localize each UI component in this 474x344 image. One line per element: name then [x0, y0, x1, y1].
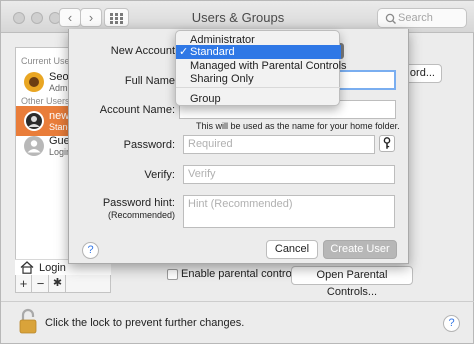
sheet-help-button[interactable]: ?	[82, 242, 99, 259]
password-hint-field[interactable]: Hint (Recommended)	[183, 195, 395, 228]
footer-divider	[1, 301, 474, 302]
guest-avatar-icon	[24, 136, 44, 156]
create-user-button[interactable]: Create User	[323, 240, 397, 259]
remove-user-button[interactable]: −	[33, 275, 49, 292]
password-field[interactable]: Required	[183, 135, 375, 154]
new-account-label: New Account	[110, 45, 175, 57]
open-parental-controls-button[interactable]: Open Parental Controls...	[291, 266, 413, 298]
search-icon	[385, 13, 396, 24]
lock-icon[interactable]	[18, 308, 38, 334]
menu-item-label: Managed with Parental Controls	[190, 60, 347, 72]
verify-label: Verify:	[144, 169, 175, 181]
parental-controls-checkbox[interactable]	[167, 269, 178, 280]
search-placeholder: Search	[398, 12, 433, 24]
other-users-header: Other Users	[21, 96, 70, 106]
full-name-label: Full Name	[124, 75, 175, 87]
add-remove-bar: + − ✱	[15, 275, 111, 293]
menu-item-label: Standard	[190, 46, 235, 58]
password-assistant-key-icon[interactable]	[379, 135, 395, 152]
house-icon	[20, 261, 34, 274]
cancel-button[interactable]: Cancel	[266, 240, 318, 259]
users-groups-window: ‹ › Users & Groups Search Current User S…	[0, 0, 474, 344]
verify-field[interactable]: Verify	[183, 165, 395, 184]
parental-controls-label: Enable parental controls	[181, 268, 300, 280]
account-name-hint: This will be used as the name for your h…	[196, 121, 400, 131]
help-button[interactable]: ?	[443, 315, 460, 332]
sunflower-avatar-icon	[24, 72, 44, 92]
menu-item-group[interactable]: Group	[176, 92, 341, 106]
user-avatar-icon	[24, 111, 44, 131]
menu-item-label: Sharing Only	[190, 73, 254, 85]
account-name-label: Account Name:	[99, 104, 175, 116]
account-type-menu: Administrator ✓ Standard Managed with Pa…	[175, 30, 347, 106]
add-user-button[interactable]: +	[16, 275, 32, 292]
password-hint-label: Password hint:	[102, 197, 175, 209]
menu-item-label: Group	[190, 93, 221, 105]
lock-message: Click the lock to prevent further change…	[45, 317, 245, 329]
search-field[interactable]: Search	[377, 8, 467, 28]
gear-icon[interactable]: ✱	[50, 275, 66, 292]
menu-item-managed[interactable]: Managed with Parental Controls	[176, 59, 347, 73]
checkmark-icon: ✓	[179, 46, 189, 58]
password-label: Password:	[123, 139, 175, 151]
enable-parental-controls[interactable]: Enable parental controls	[167, 268, 300, 282]
menu-item-sharing-only[interactable]: Sharing Only	[176, 72, 341, 86]
login-options-label: Login	[39, 262, 66, 274]
current-users-header: Current User	[21, 56, 73, 66]
menu-separator	[176, 87, 341, 88]
password-hint-sublabel: (Recommended)	[107, 210, 175, 220]
menu-item-standard[interactable]: ✓ Standard	[176, 45, 341, 59]
